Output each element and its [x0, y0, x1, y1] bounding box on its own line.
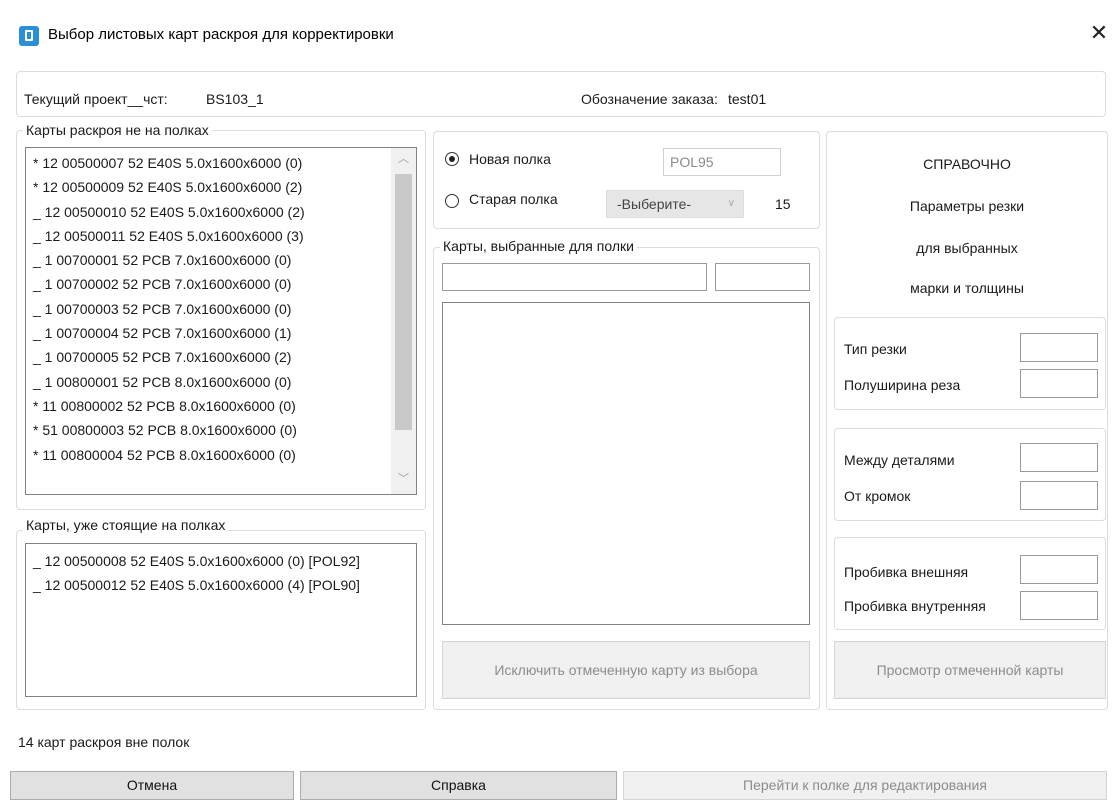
unshelved-legend: Карты раскроя не на полках — [23, 122, 212, 138]
reference-title: СПРАВОЧНО — [923, 156, 1011, 172]
order-label: Обозначение заказа: — [581, 91, 718, 107]
cut-type-field — [1020, 333, 1098, 362]
list-item[interactable]: _ 1 00700002 52 PCB 7.0x1600x6000 (0) — [26, 272, 394, 296]
app-icon — [19, 26, 39, 46]
kerf-half-label: Полуширина реза — [844, 377, 961, 393]
list-item[interactable]: _ 1 00700003 52 PCB 7.0x1600x6000 (0) — [26, 297, 394, 321]
pierce-inner-label: Пробивка внутренняя — [844, 598, 986, 614]
list-item[interactable]: _ 12 00500010 52 E40S 5.0x1600x6000 (2) — [26, 200, 394, 224]
goto-shelf-button-label: Перейти к полке для редактирования — [743, 777, 987, 793]
new-shelf-label: Новая полка — [469, 151, 551, 167]
window-title: Выбор листовых карт раскроя для корректи… — [48, 26, 394, 43]
unshelved-list: * 12 00500007 52 E40S 5.0x1600x6000 (0) *… — [26, 151, 394, 467]
shelved-listbox[interactable]: _ 12 00500008 52 E40S 5.0x1600x6000 (0) … — [25, 543, 417, 697]
list-item[interactable]: * 11 00800004 52 PCB 8.0x1600x6000 (0) — [26, 443, 394, 467]
chevron-down-icon: ∨ — [727, 198, 735, 209]
between-parts-label: Между деталями — [844, 452, 955, 468]
view-map-button[interactable]: Просмотр отмеченной карты — [834, 641, 1106, 699]
scroll-thumb[interactable] — [395, 174, 412, 430]
title-bar: Выбор листовых карт раскроя для корректи… — [0, 0, 1120, 66]
list-item[interactable]: _ 1 00700005 52 PCB 7.0x1600x6000 (2) — [26, 345, 394, 369]
list-item[interactable]: _ 12 00500012 52 E40S 5.0x1600x6000 (4) … — [26, 573, 416, 597]
list-item[interactable]: * 12 00500009 52 E40S 5.0x1600x6000 (2) — [26, 175, 394, 199]
list-item[interactable]: _ 12 00500011 52 E40S 5.0x1600x6000 (3) — [26, 224, 394, 248]
selected-filter-field[interactable] — [442, 263, 707, 291]
exclude-map-button[interactable]: Исключить отмеченную карту из выбора — [442, 641, 810, 699]
old-shelf-label: Старая полка — [469, 191, 558, 207]
project-value: BS103_1 — [206, 91, 264, 107]
old-shelf-radio[interactable] — [445, 194, 459, 208]
goto-shelf-button[interactable]: Перейти к полке для редактирования — [623, 771, 1107, 800]
list-item[interactable]: _ 1 00800001 52 PCB 8.0x1600x6000 (0) — [26, 370, 394, 394]
pierce-inner-field — [1020, 591, 1098, 620]
help-button-label: Справка — [431, 777, 486, 793]
unshelved-listbox[interactable]: * 12 00500007 52 E40S 5.0x1600x6000 (0) *… — [25, 147, 417, 495]
close-icon[interactable]: ✕ — [1086, 20, 1112, 46]
list-item[interactable]: _ 1 00700001 52 PCB 7.0x1600x6000 (0) — [26, 248, 394, 272]
pierce-outer-field — [1020, 555, 1098, 584]
new-shelf-radio[interactable] — [445, 152, 459, 166]
old-shelf-select[interactable]: -Выберите- ∨ — [606, 190, 744, 218]
old-shelf-select-value: -Выберите- — [617, 196, 692, 212]
new-shelf-name-field: POL95 — [663, 148, 781, 176]
kerf-half-field — [1020, 369, 1098, 398]
unshelved-scrollbar[interactable]: ︿ ﹀ — [391, 148, 416, 494]
old-shelf-count: 15 — [775, 196, 791, 212]
list-item[interactable]: * 12 00500007 52 E40S 5.0x1600x6000 (0) — [26, 151, 394, 175]
from-edges-label: От кромок — [844, 488, 911, 504]
scroll-up-icon[interactable]: ︿ — [391, 150, 416, 170]
view-map-button-label: Просмотр отмеченной карты — [876, 662, 1064, 678]
between-parts-field — [1020, 443, 1098, 472]
reference-line3: марки и толщины — [910, 280, 1024, 296]
from-edges-field — [1020, 481, 1098, 510]
cancel-button[interactable]: Отмена — [10, 771, 294, 800]
scroll-down-icon[interactable]: ﹀ — [391, 470, 416, 490]
selected-count-field[interactable] — [715, 263, 810, 291]
cancel-button-label: Отмена — [126, 777, 178, 793]
cut-type-label: Тип резки — [844, 341, 907, 357]
help-button[interactable]: Справка — [300, 771, 617, 800]
status-text: 14 карт раскроя вне полок — [18, 734, 190, 750]
list-item[interactable]: * 51 00800003 52 PCB 8.0x1600x6000 (0) — [26, 418, 394, 442]
shelved-legend: Карты, уже стоящие на полках — [23, 517, 229, 533]
shelved-list: _ 12 00500008 52 E40S 5.0x1600x6000 (0) … — [26, 549, 416, 598]
selected-legend: Карты, выбранные для полки — [440, 238, 637, 254]
reference-line2: для выбранных — [916, 240, 1018, 256]
exclude-map-button-label: Исключить отмеченную карту из выбора — [494, 662, 758, 678]
selected-listbox[interactable] — [442, 302, 810, 625]
list-item[interactable]: * 11 00800002 52 PCB 8.0x1600x6000 (0) — [26, 394, 394, 418]
list-item[interactable]: _ 12 00500008 52 E40S 5.0x1600x6000 (0) … — [26, 549, 416, 573]
project-label: Текущий проект__чст: — [24, 91, 168, 107]
order-value: test01 — [728, 91, 767, 107]
pierce-outer-label: Пробивка внешняя — [844, 564, 969, 580]
header-panel — [16, 71, 1106, 117]
reference-line1: Параметры резки — [909, 198, 1025, 214]
list-item[interactable]: _ 1 00700004 52 PCB 7.0x1600x6000 (1) — [26, 321, 394, 345]
